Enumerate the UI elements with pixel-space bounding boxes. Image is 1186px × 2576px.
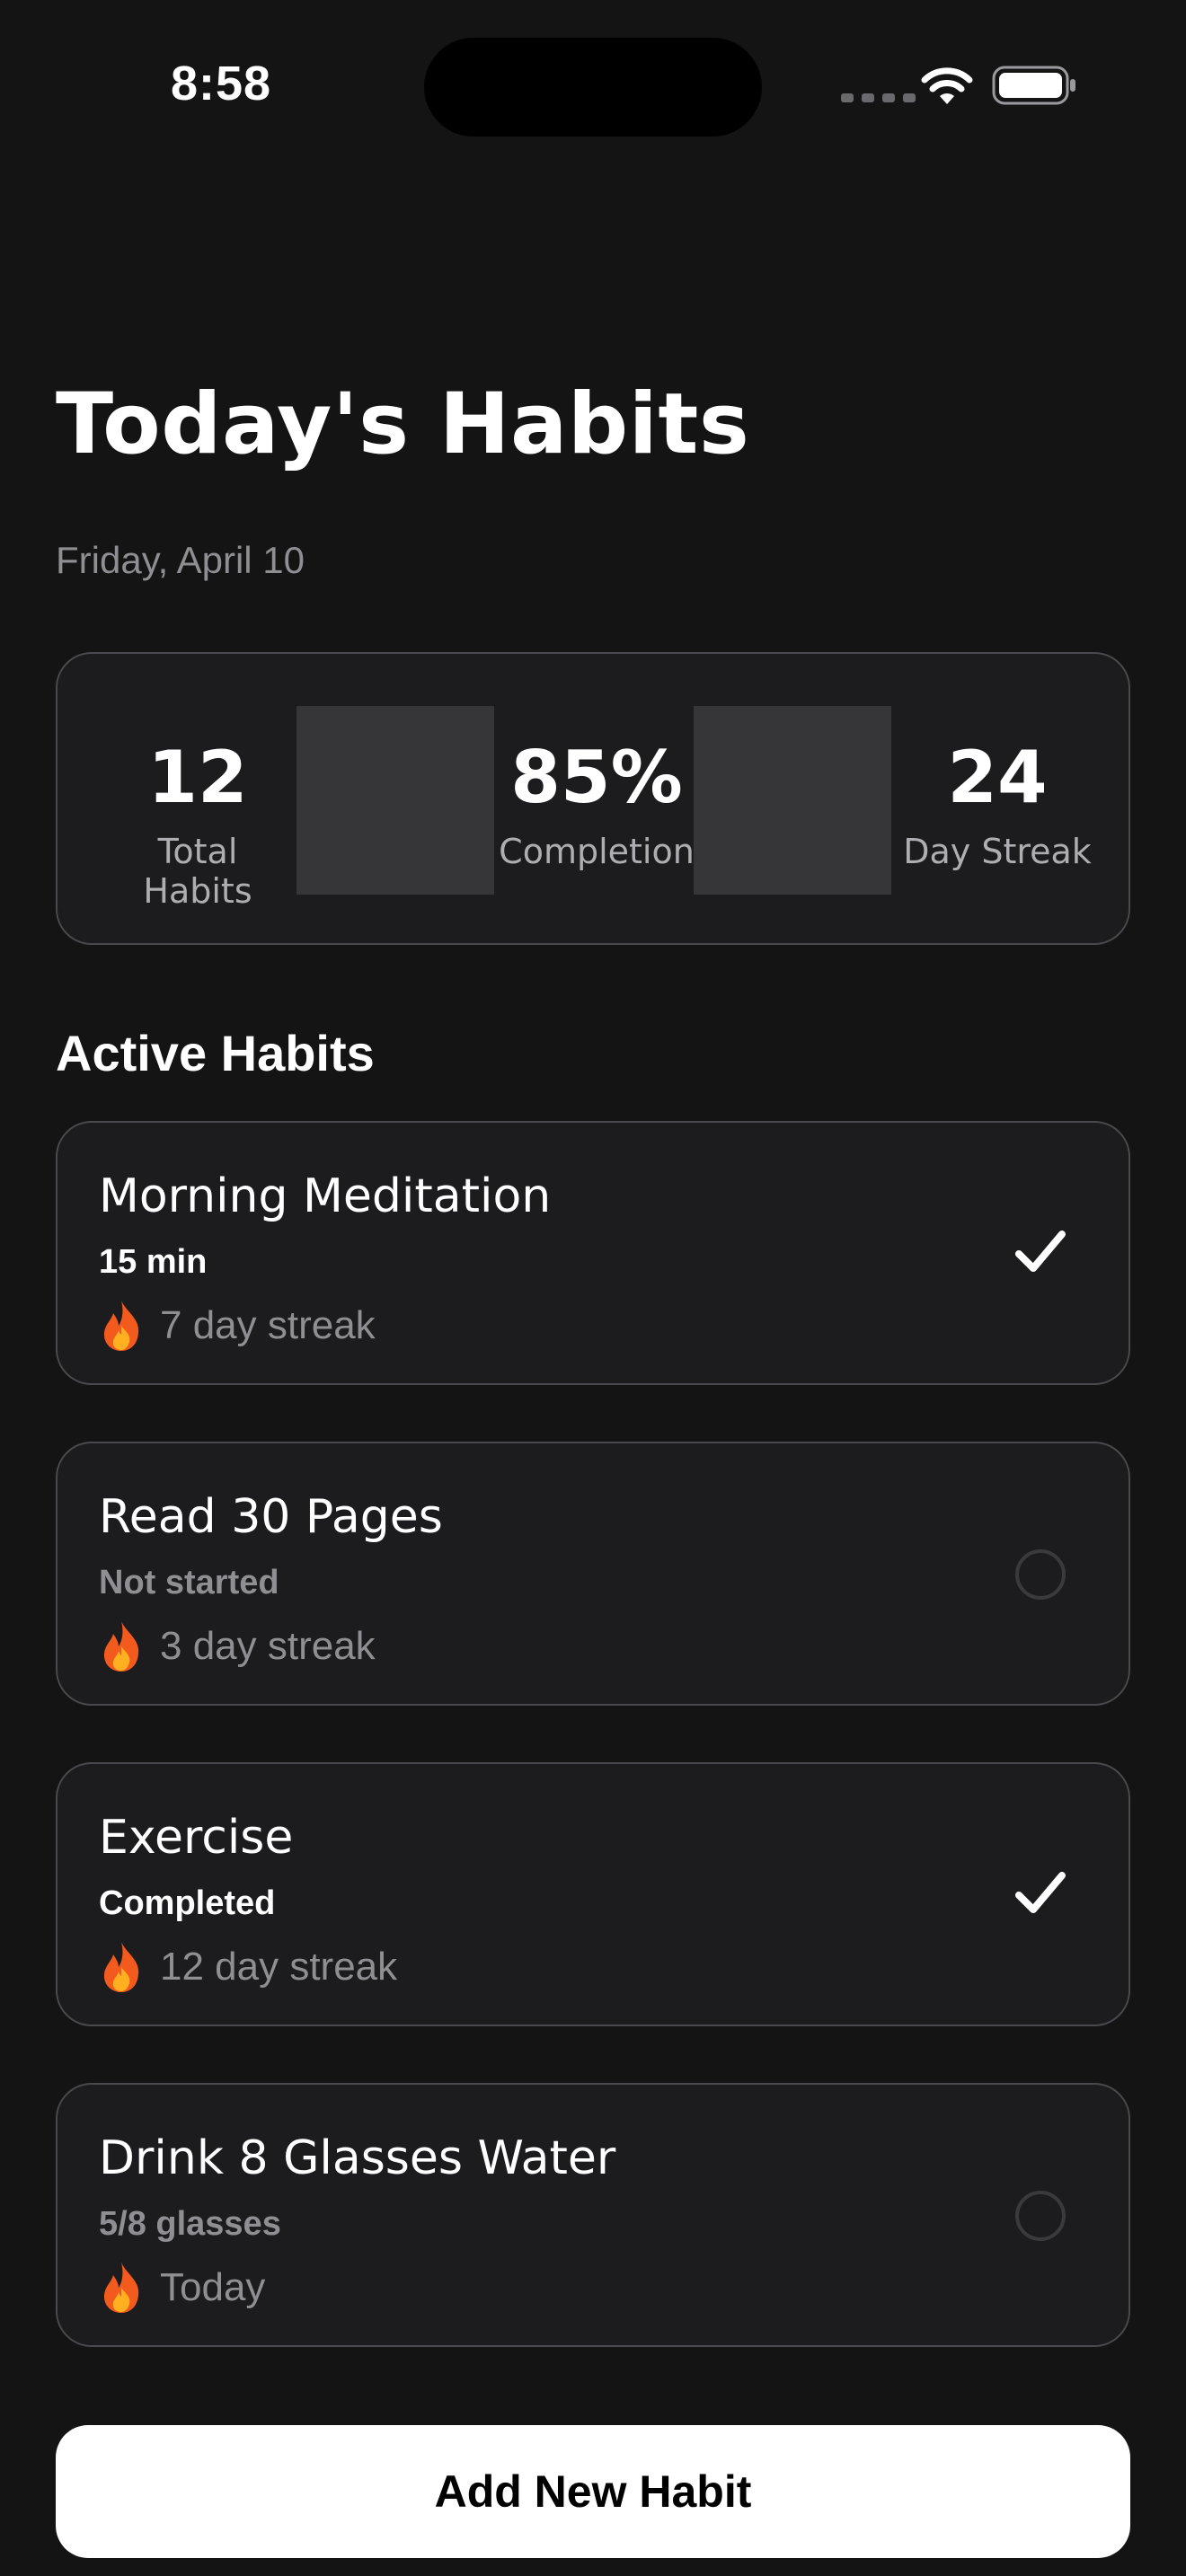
stat-value: 24	[947, 736, 1048, 819]
flame-icon	[103, 1301, 139, 1351]
stat-value: 85%	[510, 736, 683, 819]
stat-label: Completion	[499, 832, 695, 871]
habit-name: Drink 8 Glasses Water	[99, 2131, 616, 2185]
flame-icon	[103, 2263, 139, 2313]
stats-card: 12 Total Habits 85% Completion 24 Day St…	[56, 652, 1130, 945]
streak-text: Today	[160, 2265, 266, 2309]
habit-streak: 12 day streak	[99, 1940, 397, 1994]
dynamic-island	[424, 38, 762, 137]
stat-label: Day Streak	[903, 832, 1092, 871]
habit-name: Read 30 Pages	[99, 1490, 443, 1544]
habit-name: Morning Meditation	[99, 1169, 552, 1223]
stat-label: Total Habits	[143, 832, 252, 911]
page-title: Today's Habits	[56, 375, 750, 473]
habit-status: 5/8 glasses	[99, 2205, 281, 2243]
habit-status: Completed	[99, 1884, 276, 1922]
empty-circle-icon[interactable]	[1015, 2191, 1066, 2241]
habit-streak: Today	[99, 2261, 265, 2315]
status-time: 8:58	[171, 57, 272, 110]
streak-text: 3 day streak	[160, 1624, 376, 1668]
add-new-habit-button[interactable]: Add New Habit	[56, 2425, 1130, 2558]
streak-text: 7 day streak	[160, 1303, 376, 1347]
habit-card[interactable]: Exercise Completed 12 day streak	[56, 1762, 1130, 2026]
checkmark-icon[interactable]	[1012, 1865, 1069, 1922]
habit-streak: 3 day streak	[99, 1619, 376, 1673]
stat-day-streak: 24 Day Streak	[898, 736, 1096, 872]
wifi-icon	[921, 67, 973, 104]
habit-card[interactable]: Morning Meditation 15 min 7 day streak	[56, 1121, 1130, 1385]
page-date: Friday, April 10	[56, 539, 305, 581]
battery-icon	[992, 66, 1075, 105]
habit-streak: 7 day streak	[99, 1299, 376, 1353]
flame-icon	[103, 1942, 139, 1992]
habit-card[interactable]: Drink 8 Glasses Water 5/8 glasses Today	[56, 2083, 1130, 2347]
section-title: Active Habits	[56, 1025, 375, 1081]
habit-screen: 8:58 Today's Habits Friday, April 10 12 …	[0, 0, 1186, 2576]
habit-name: Exercise	[99, 1811, 294, 1865]
streak-text: 12 day streak	[160, 1945, 398, 1989]
empty-circle-icon[interactable]	[1015, 1549, 1066, 1600]
stat-total-habits: 12 Total Habits	[99, 736, 296, 912]
checkmark-icon[interactable]	[1012, 1223, 1069, 1281]
stat-value: 12	[147, 736, 248, 819]
flame-icon	[103, 1621, 139, 1672]
status-bar: 8:58	[0, 0, 1186, 180]
cellular-signal-icon	[841, 93, 916, 102]
stat-completion: 85% Completion	[498, 736, 695, 872]
habit-status: Not started	[99, 1564, 279, 1601]
habit-status: 15 min	[99, 1243, 208, 1281]
habit-card[interactable]: Read 30 Pages Not started 3 day streak	[56, 1442, 1130, 1706]
stat-divider	[296, 706, 494, 895]
stat-divider	[694, 706, 891, 895]
